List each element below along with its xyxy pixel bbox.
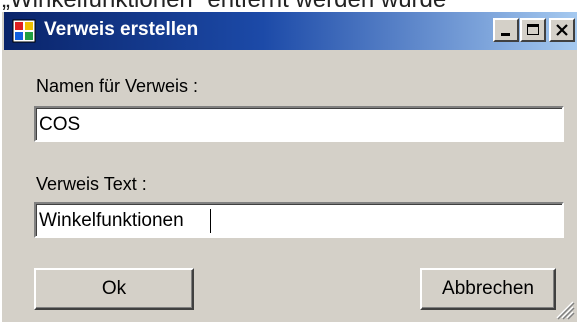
cancel-button[interactable]: Abbrechen xyxy=(420,268,556,310)
text-field[interactable] xyxy=(34,202,564,238)
background-text-strip: „Winkelfunktionen“ entfernt werden wurde xyxy=(0,0,577,12)
title-bar[interactable]: Verweis erstellen xyxy=(4,12,577,50)
maximize-icon xyxy=(527,24,539,35)
name-input[interactable] xyxy=(39,112,554,138)
close-icon xyxy=(556,24,568,36)
text-input[interactable] xyxy=(39,208,554,234)
minimize-icon xyxy=(501,33,510,36)
text-caret xyxy=(210,209,211,233)
minimize-button[interactable] xyxy=(493,18,519,42)
app-window-icon xyxy=(12,19,36,43)
maximize-button[interactable] xyxy=(520,18,546,42)
resize-grip-icon[interactable] xyxy=(553,298,575,320)
text-label: Verweis Text : xyxy=(36,174,147,194)
name-field[interactable] xyxy=(34,106,564,142)
name-label: Namen für Verweis : xyxy=(36,76,199,96)
background-text: „Winkelfunktionen“ entfernt werden wurde xyxy=(2,0,446,12)
dialog-window: Verweis erstellen Namen für Verweis : Ve… xyxy=(0,12,577,322)
ok-button[interactable]: Ok xyxy=(34,268,194,310)
window-title: Verweis erstellen xyxy=(44,19,199,40)
close-button[interactable] xyxy=(549,18,575,42)
